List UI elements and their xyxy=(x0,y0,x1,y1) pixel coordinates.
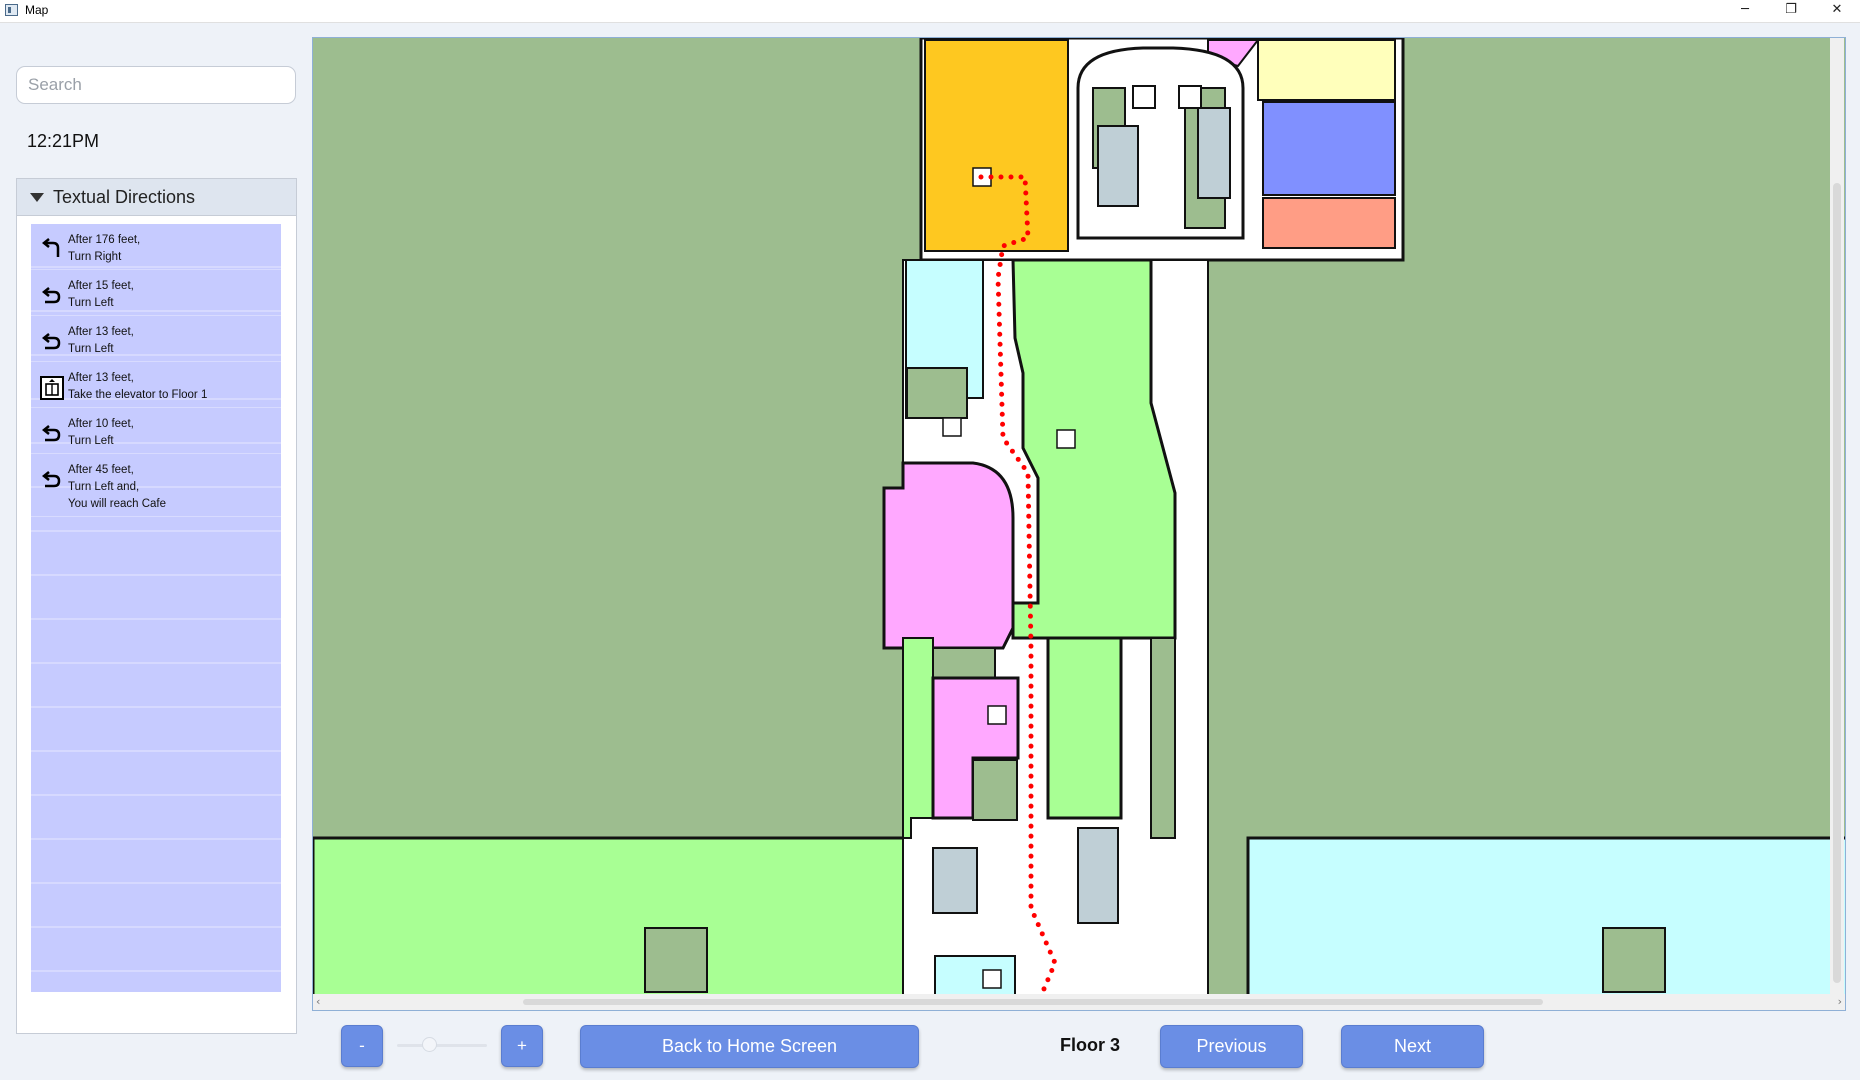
window-title-bar: Map ─ ❐ ✕ xyxy=(0,0,1860,23)
direction-step[interactable]: After 15 feet, Turn Left xyxy=(31,270,281,316)
maximize-button[interactable]: ❐ xyxy=(1768,0,1814,22)
direction-step[interactable]: After 13 feet, Turn Left xyxy=(31,316,281,362)
direction-step-text: After 176 feet, Turn Right xyxy=(68,232,140,266)
close-button[interactable]: ✕ xyxy=(1814,0,1860,22)
direction-step-line: After 15 feet, xyxy=(68,280,134,292)
floor-label: Floor 3 xyxy=(1059,1035,1120,1055)
zoom-slider[interactable] xyxy=(397,1044,487,1047)
direction-step-line: You will reach Cafe xyxy=(68,498,167,510)
turn-left-icon xyxy=(39,421,65,447)
floor-map[interactable] xyxy=(313,38,1846,1011)
direction-step[interactable]: After 45 feet, Turn Left and, You will rea… xyxy=(31,454,281,517)
direction-step-line: After 45 feet, xyxy=(68,464,134,476)
map-view[interactable]: ‹ › xyxy=(312,37,1846,1011)
elevator-icon xyxy=(39,375,65,401)
sidebar: 12:21PM Textual Directions After 176 fee… xyxy=(0,23,310,1034)
direction-step-line: After 13 feet, xyxy=(68,326,134,338)
app-icon xyxy=(5,4,18,16)
map-vertical-scrollbar[interactable] xyxy=(1830,38,1844,994)
direction-step-line: Turn Left and, xyxy=(68,481,140,493)
clock-time: 12:21PM xyxy=(27,131,100,151)
directions-title: Textual Directions xyxy=(53,187,196,207)
direction-step-line: After 10 feet, xyxy=(68,418,134,430)
map-horizontal-scrollbar[interactable]: ‹ › xyxy=(313,994,1845,1010)
directions-accordion-header[interactable]: Textual Directions xyxy=(16,178,297,216)
direction-step-text: After 10 feet, Turn Left xyxy=(68,416,134,450)
direction-step-line: Take the elevator to Floor 1 xyxy=(68,389,208,401)
back-to-home-button[interactable]: Back to Home Screen xyxy=(580,1025,919,1068)
previous-floor-button[interactable]: Previous xyxy=(1160,1025,1303,1068)
direction-step[interactable]: After 10 feet, Turn Left xyxy=(31,408,281,454)
direction-step-text: After 13 feet, Turn Left xyxy=(68,324,134,358)
next-floor-button[interactable]: Next xyxy=(1341,1025,1484,1068)
search-input[interactable] xyxy=(16,66,296,104)
turn-left-icon xyxy=(39,283,65,309)
direction-step-text: After 15 feet, Turn Left xyxy=(68,278,134,312)
horizontal-scroll-thumb[interactable] xyxy=(523,999,1543,1005)
direction-step-line: Turn Right xyxy=(68,251,122,263)
zoom-in-button[interactable]: + xyxy=(501,1025,543,1067)
direction-step-text: After 13 feet, Take the elevator to Floor… xyxy=(68,370,207,404)
minimize-button[interactable]: ─ xyxy=(1722,0,1768,22)
direction-step-line: After 176 feet, xyxy=(68,234,141,246)
zoom-out-button[interactable]: - xyxy=(341,1025,383,1067)
turn-right-icon xyxy=(39,237,65,263)
turn-left-icon xyxy=(39,467,65,493)
scroll-right-icon[interactable]: › xyxy=(1838,995,1842,1008)
direction-step-line: After 13 feet, xyxy=(68,372,134,384)
direction-step-line: Turn Left xyxy=(68,297,114,309)
direction-step-line: Turn Left xyxy=(68,435,114,447)
directions-panel: After 176 feet, Turn Right After 15 feet, T… xyxy=(16,216,297,1034)
vertical-scroll-thumb[interactable] xyxy=(1833,183,1841,983)
direction-step[interactable]: After 13 feet, Take the elevator to Floor… xyxy=(31,362,281,408)
window-title: Map xyxy=(25,3,49,17)
direction-step[interactable]: After 176 feet, Turn Right xyxy=(31,224,281,270)
direction-step-text: After 45 feet, Turn Left and, You will rea… xyxy=(68,462,166,513)
triangle-down-icon xyxy=(30,193,44,202)
direction-step-line: Turn Left xyxy=(68,343,114,355)
scroll-left-icon[interactable]: ‹ xyxy=(316,995,320,1008)
directions-list[interactable]: After 176 feet, Turn Right After 15 feet, T… xyxy=(31,224,281,992)
turn-left-icon xyxy=(39,329,65,355)
zoom-slider-thumb[interactable] xyxy=(421,1037,437,1052)
